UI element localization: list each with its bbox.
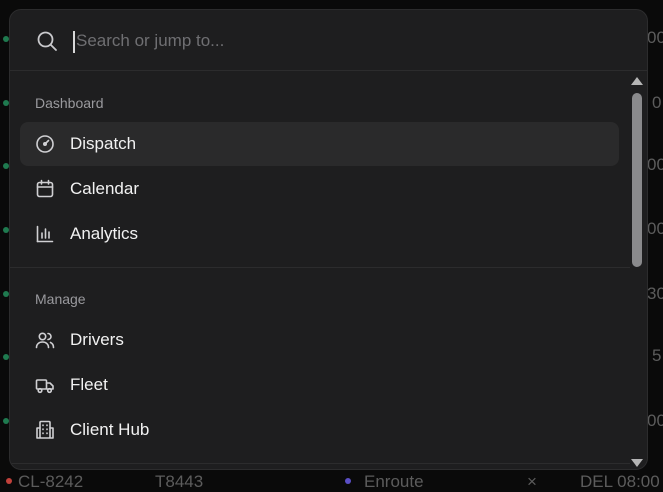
section-label-manage: Manage bbox=[35, 291, 86, 307]
menu-item-client-hub[interactable]: Client Hub bbox=[20, 408, 619, 452]
search-bar bbox=[10, 10, 647, 71]
menu-item-dispatch[interactable]: Dispatch bbox=[20, 122, 619, 166]
status-dot bbox=[345, 478, 351, 484]
scrollbar[interactable] bbox=[627, 71, 647, 469]
calendar-icon bbox=[35, 179, 55, 199]
scroll-down-arrow-icon[interactable] bbox=[631, 459, 643, 467]
menu-item-fleet[interactable]: Fleet bbox=[20, 363, 619, 407]
bg-cell: DEL 08:00 bbox=[580, 472, 660, 491]
search-input[interactable] bbox=[76, 25, 596, 57]
menu-item-label: Drivers bbox=[70, 330, 124, 349]
section-label-dashboard: Dashboard bbox=[35, 95, 104, 111]
menu-item-label: Client Hub bbox=[70, 420, 150, 439]
status-dot bbox=[6, 478, 12, 484]
bg-cell: 00 bbox=[647, 155, 663, 174]
bg-cell: 0 bbox=[652, 93, 662, 112]
menu-item-label: Dispatch bbox=[70, 134, 137, 153]
bg-cell: CL-8242 bbox=[18, 472, 84, 491]
bg-cell: 5 bbox=[652, 346, 662, 365]
truck-icon bbox=[35, 375, 55, 395]
menu-item-analytics[interactable]: Analytics bbox=[20, 212, 619, 256]
section-divider bbox=[10, 267, 630, 268]
gauge-icon bbox=[35, 134, 55, 154]
menu-item-calendar[interactable]: Calendar bbox=[20, 167, 619, 211]
text-caret bbox=[73, 31, 75, 53]
menu-item-label: Analytics bbox=[70, 224, 139, 243]
bg-cell: 00 bbox=[647, 411, 663, 430]
building-icon bbox=[35, 420, 55, 440]
bg-cell: T8443 bbox=[155, 472, 204, 491]
bg-cell: × bbox=[527, 472, 537, 491]
scroll-thumb[interactable] bbox=[632, 93, 642, 267]
bg-cell: 00 bbox=[647, 28, 663, 47]
scroll-up-arrow-icon[interactable] bbox=[631, 77, 643, 85]
bg-cell: 30 bbox=[647, 284, 663, 303]
bg-cell: Enroute bbox=[364, 472, 424, 491]
search-icon bbox=[36, 30, 58, 52]
command-palette: Dashboard Dispatch Calendar bbox=[9, 9, 648, 470]
command-list: Dashboard Dispatch Calendar Analytics Ma… bbox=[10, 71, 630, 469]
menu-item-drivers[interactable]: Drivers bbox=[20, 318, 619, 362]
section-divider bbox=[10, 463, 630, 464]
menu-item-label: Fleet bbox=[70, 375, 108, 394]
bg-cell: 00 bbox=[647, 219, 663, 238]
menu-item-label: Calendar bbox=[70, 179, 139, 198]
users-icon bbox=[35, 330, 55, 350]
bar-chart-icon bbox=[35, 224, 55, 244]
